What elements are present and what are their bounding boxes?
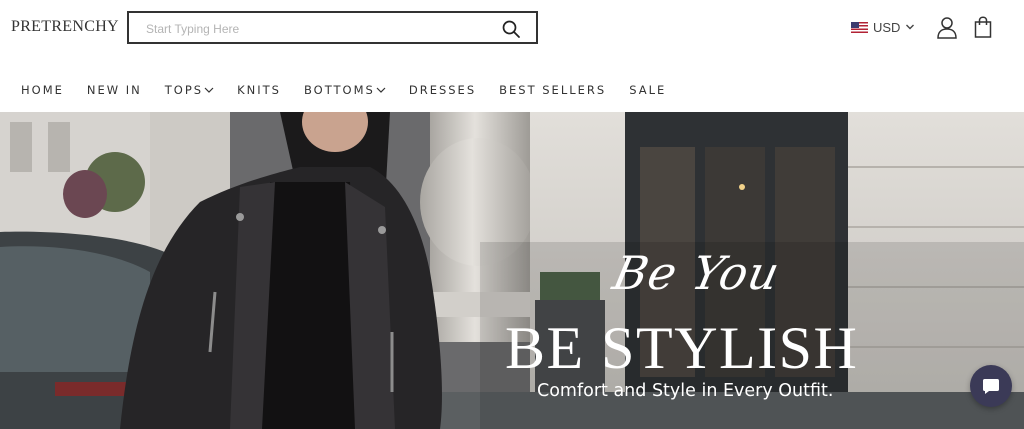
nav-item-label: DRESSES xyxy=(408,83,477,97)
chevron-down-icon xyxy=(376,87,386,93)
site-logo[interactable]: PRETRENCHY xyxy=(11,18,119,36)
nav-item-bottoms[interactable]: BOTTOMS xyxy=(304,83,386,97)
nav-item-label: NEW IN xyxy=(86,83,142,97)
nav-item-knits[interactable]: KNITS xyxy=(237,83,281,97)
nav-item-label: HOME xyxy=(21,83,64,97)
nav-item-label: SALE xyxy=(629,83,667,97)
chevron-down-icon xyxy=(204,87,214,93)
search-bar xyxy=(127,11,538,44)
chat-icon xyxy=(983,379,999,394)
account-icon[interactable] xyxy=(936,16,958,39)
nav-item-home[interactable]: HOME xyxy=(21,83,64,97)
main-navigation: HOME NEW IN TOPS KNITS BOTTOMS DRESSES B… xyxy=(21,83,689,97)
nav-item-tops[interactable]: TOPS xyxy=(165,83,214,97)
chat-button[interactable] xyxy=(970,365,1012,407)
nav-item-dresses[interactable]: DRESSES xyxy=(409,83,476,97)
currency-selector[interactable]: USD xyxy=(851,19,915,35)
hero-banner[interactable] xyxy=(0,112,1024,429)
nav-item-new-in[interactable]: NEW IN xyxy=(87,83,142,97)
hero-tagline: Comfort and Style in Every Outfit. xyxy=(537,381,834,401)
hero-title: BE STYLISH xyxy=(505,315,859,381)
search-input[interactable] xyxy=(146,20,486,38)
currency-label: USD xyxy=(873,19,901,35)
search-icon[interactable] xyxy=(501,19,521,39)
nav-item-sale[interactable]: SALE xyxy=(629,83,666,97)
chevron-down-icon xyxy=(906,24,915,30)
hero-photo xyxy=(0,112,1024,429)
nav-item-label: BOTTOMS xyxy=(303,83,375,97)
nav-item-label: BEST SELLERS xyxy=(499,83,607,97)
nav-item-label: TOPS xyxy=(164,83,204,97)
nav-item-best-sellers[interactable]: BEST SELLERS xyxy=(499,83,606,97)
hero-script-text: Be You xyxy=(608,246,786,300)
nav-item-label: KNITS xyxy=(237,83,281,97)
site-header: PRETRENCHY USD xyxy=(0,0,1024,56)
cart-icon[interactable] xyxy=(974,16,992,38)
us-flag-icon xyxy=(851,21,868,33)
